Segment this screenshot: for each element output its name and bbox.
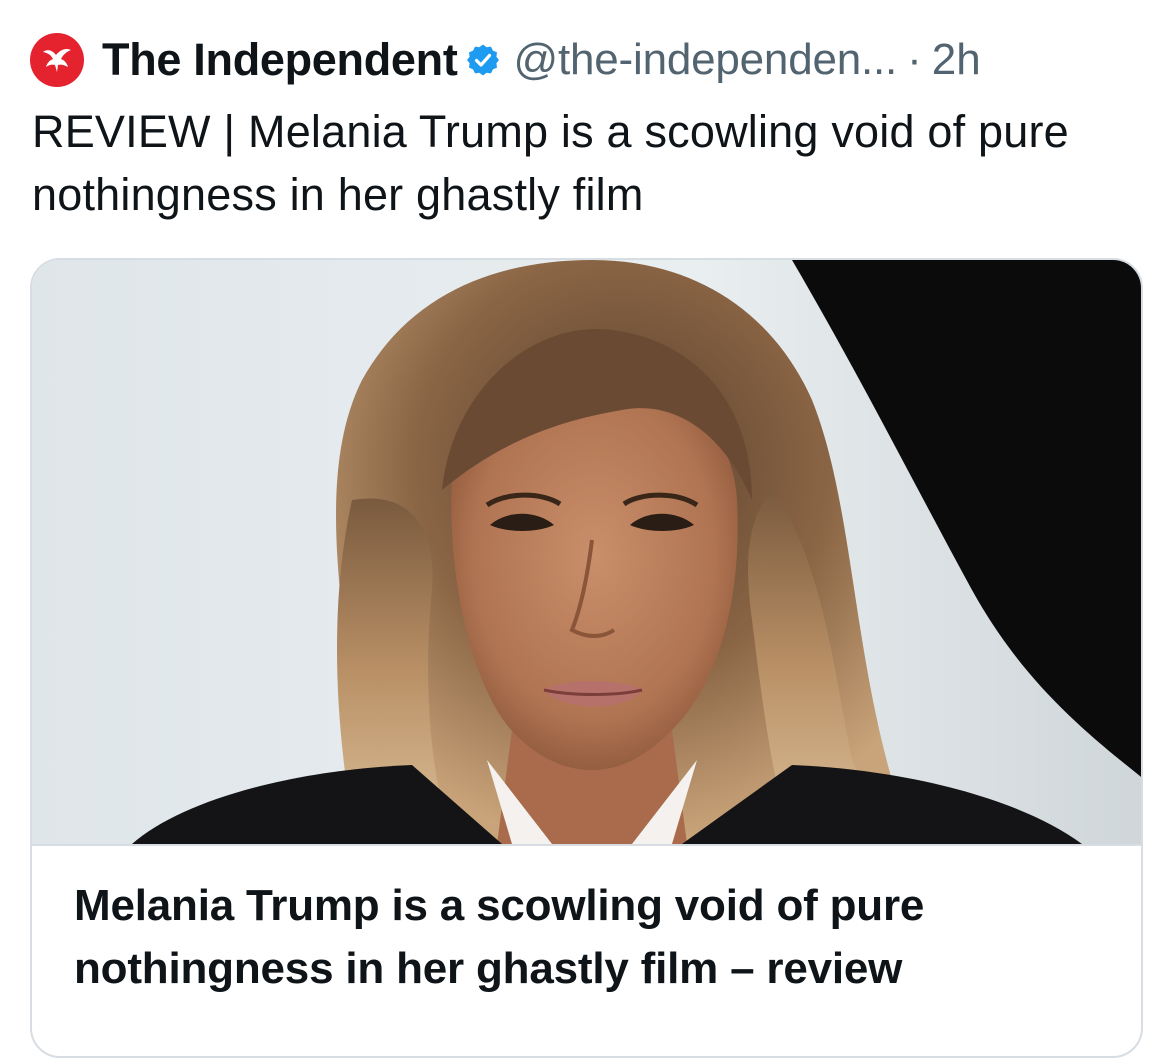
author-handle[interactable]: @the-independen...	[514, 35, 898, 85]
portrait-image	[32, 260, 1141, 844]
card-title[interactable]: Melania Trump is a scowling void of pure…	[74, 874, 1104, 1000]
post-text: REVIEW | Melania Trump is a scowling voi…	[32, 106, 1069, 220]
card-image[interactable]	[32, 260, 1141, 844]
verified-badge-icon[interactable]	[466, 43, 500, 77]
post-timestamp[interactable]: 2h	[932, 35, 981, 85]
eagle-logo-icon	[43, 48, 71, 72]
card-divider	[32, 844, 1141, 846]
avatar[interactable]	[30, 33, 84, 87]
post-header: The Independent @the-independen... · 2h	[30, 30, 981, 90]
link-card[interactable]: Melania Trump is a scowling void of pure…	[30, 258, 1143, 1058]
author-name[interactable]: The Independent	[102, 34, 458, 86]
separator-dot: ·	[907, 35, 922, 84]
